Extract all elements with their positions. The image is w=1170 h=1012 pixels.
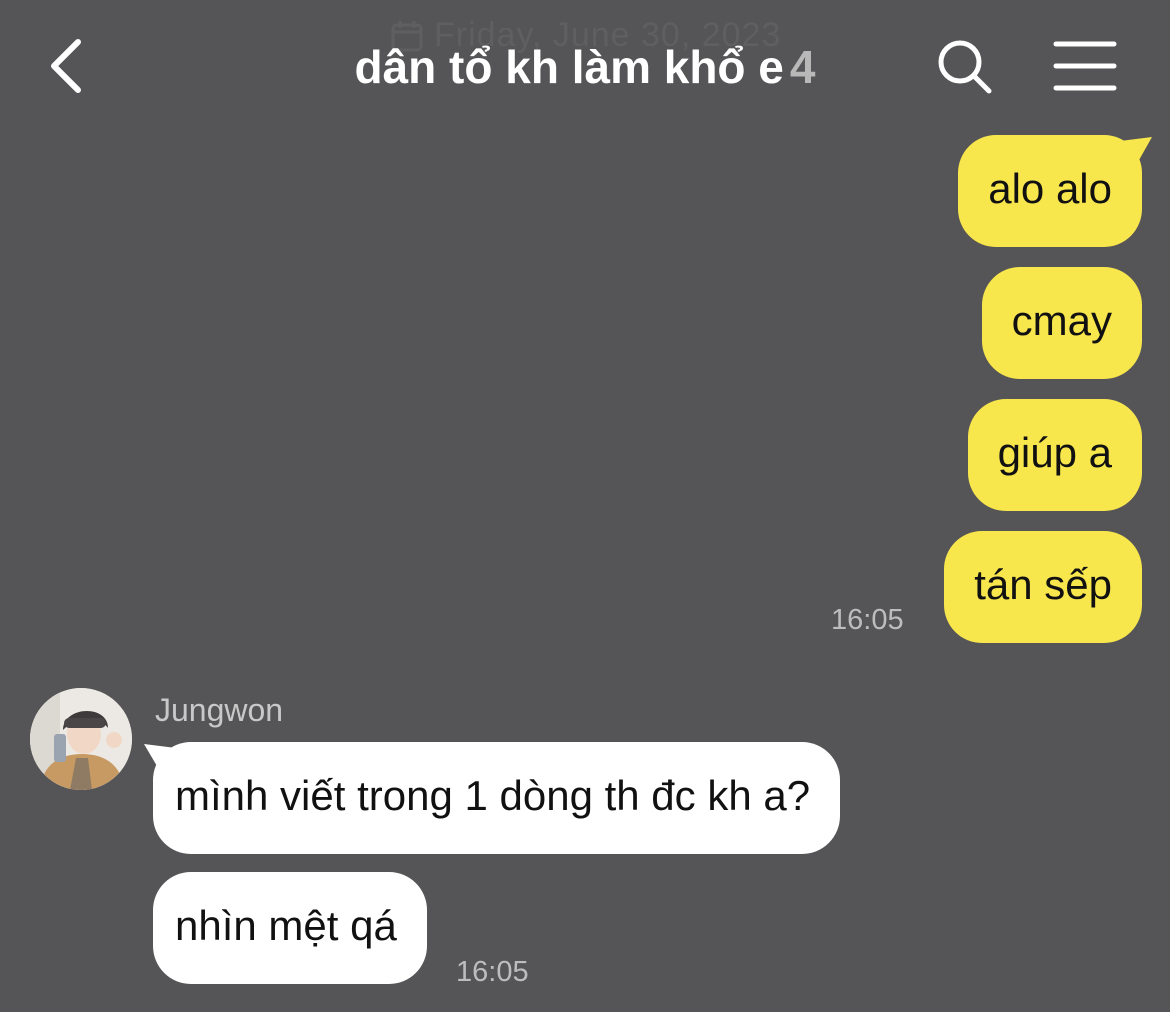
chat-title-text: dân tổ kh làm khổ e (354, 41, 784, 93)
incoming-message[interactable]: mình viết trong 1 dòng th đc kh a? (153, 742, 841, 854)
outgoing-message[interactable]: giúp a (967, 399, 1142, 511)
member-count: 4 (789, 41, 816, 93)
avatar[interactable] (30, 688, 132, 790)
chat-header: dân tổ kh làm khổ e4 (0, 0, 1170, 135)
outgoing-message[interactable]: tán sếp (944, 531, 1142, 643)
menu-button[interactable] (1052, 40, 1118, 92)
message-timestamp: 16:05 (831, 604, 904, 636)
avatar-image (30, 688, 132, 790)
outgoing-message[interactable]: alo alo (958, 135, 1142, 247)
message-timestamp: 16:05 (456, 956, 529, 988)
search-button[interactable] (934, 36, 996, 98)
sender-name: Jungwon (155, 692, 284, 728)
menu-icon (1053, 41, 1117, 91)
search-icon (938, 40, 992, 94)
outgoing-message[interactable]: cmay (981, 267, 1142, 379)
incoming-message[interactable]: nhìn mệt qá (153, 872, 427, 984)
